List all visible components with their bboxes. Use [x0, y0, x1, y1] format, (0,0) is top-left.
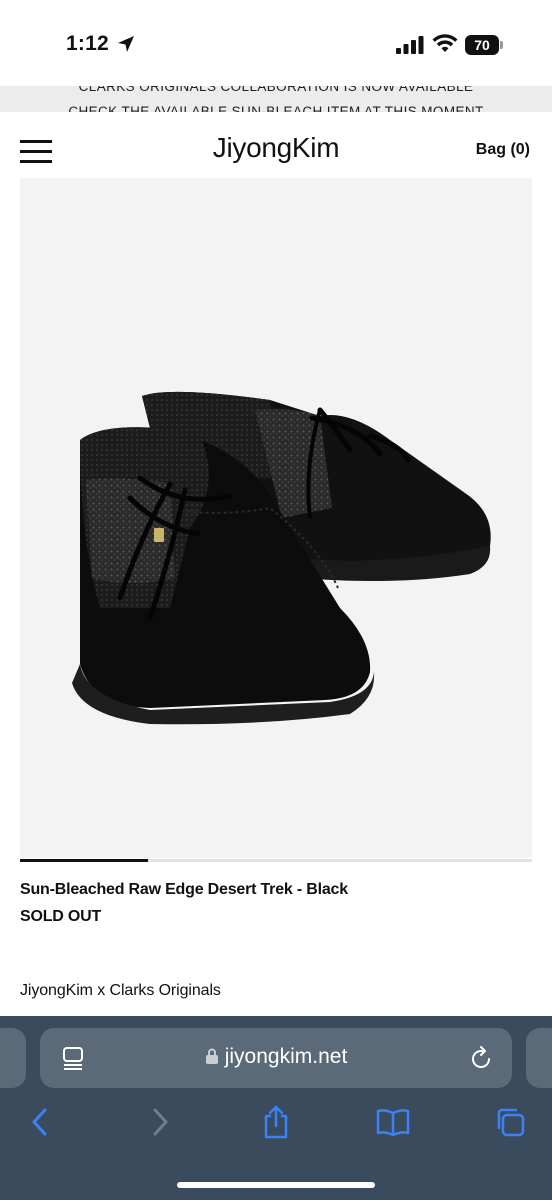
next-tab-preview[interactable] [526, 1028, 552, 1088]
stock-status: SOLD OUT [20, 908, 102, 925]
product-image[interactable] [20, 178, 532, 858]
back-button[interactable] [18, 1100, 62, 1144]
share-icon [264, 1105, 288, 1139]
cellular-signal-icon [396, 36, 424, 54]
announcement-line-2: CHECK THE AVAILABLE SUN-BLEACH ITEM AT T… [68, 104, 484, 112]
forward-button[interactable] [138, 1100, 182, 1144]
forward-icon [153, 1108, 168, 1136]
wifi-icon [432, 34, 458, 52]
back-icon [32, 1108, 47, 1136]
bookmarks-button[interactable] [371, 1100, 415, 1144]
site-header: JiyongKim Bag (0) [0, 112, 552, 178]
tabs-icon [497, 1108, 525, 1137]
announcement-line-1: CLARKS ORIGINALS COLLABORATION IS NOW AV… [78, 86, 474, 94]
product-title: Sun-Bleached Raw Edge Desert Trek - Blac… [20, 881, 348, 898]
tabs-button[interactable] [488, 1100, 532, 1144]
bag-link[interactable]: Bag (0) [476, 141, 530, 159]
desert-trek-boots-illustration [72, 391, 491, 725]
collaboration-label: JiyongKim x Clarks Originals [20, 982, 221, 999]
battery-level: 70 [465, 35, 499, 55]
status-time: 1:12 [66, 32, 109, 55]
site-logo[interactable]: JiyongKim [0, 132, 552, 164]
share-button[interactable] [254, 1100, 298, 1144]
bookmarks-icon [376, 1109, 410, 1137]
image-carousel-progress-fill [20, 859, 148, 862]
announcement-bar[interactable]: CLARKS ORIGINALS COLLABORATION IS NOW AV… [0, 86, 552, 112]
browser-chrome: jiyongkim.net [0, 1016, 552, 1200]
lock-icon [205, 1048, 218, 1064]
address-bar-url[interactable]: jiyongkim.net [40, 1045, 512, 1069]
home-indicator[interactable] [177, 1182, 375, 1188]
reload-icon[interactable] [470, 1045, 494, 1071]
address-bar[interactable]: jiyongkim.net [40, 1028, 512, 1088]
status-bar: 1:12 70 [0, 0, 552, 88]
location-arrow-icon [118, 36, 134, 52]
url-text: jiyongkim.net [224, 1045, 348, 1068]
image-carousel-progress [20, 859, 532, 862]
browser-toolbar [0, 1100, 552, 1160]
previous-tab-preview[interactable] [0, 1028, 26, 1088]
battery-icon: 70 [465, 35, 503, 55]
